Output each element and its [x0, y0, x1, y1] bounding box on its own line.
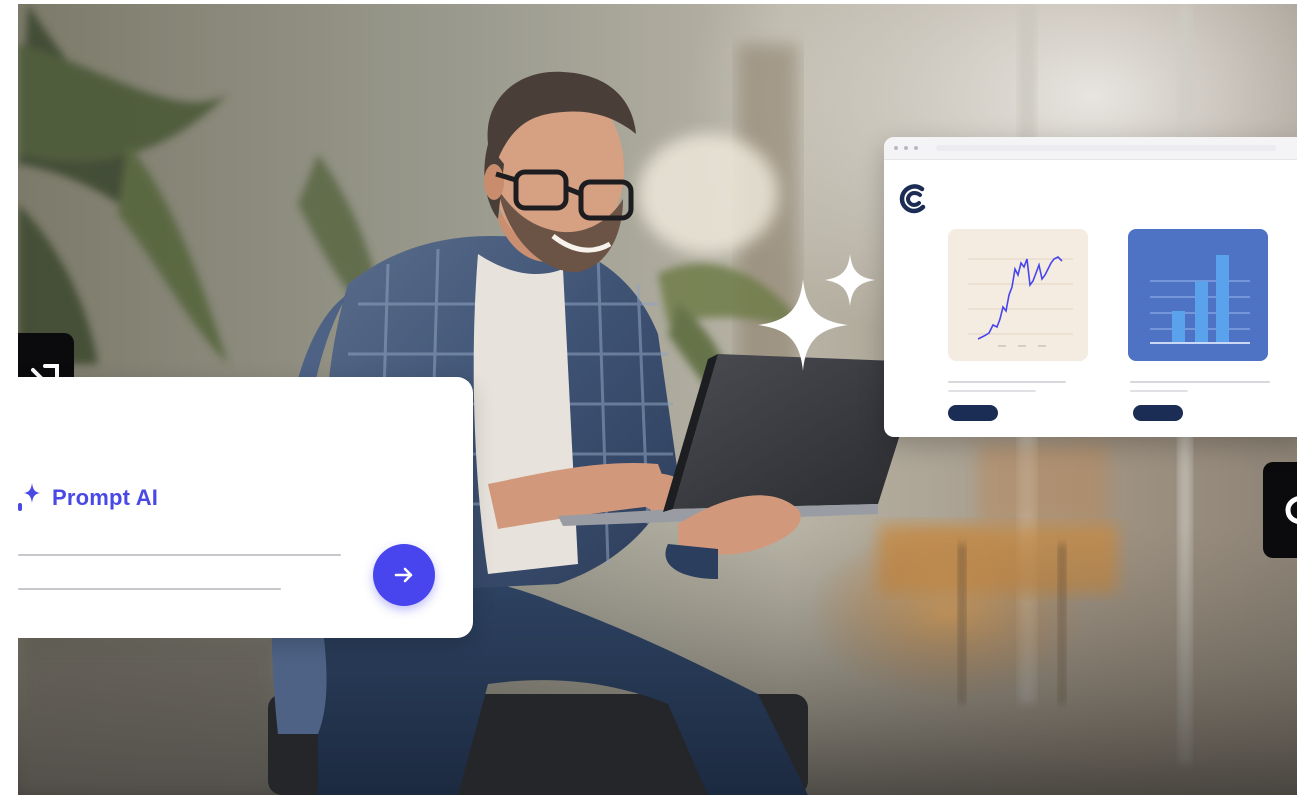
- c-logo-icon: [899, 184, 926, 214]
- bar-chart-icon: [1150, 255, 1250, 344]
- sparkle-icon-small: [825, 254, 875, 306]
- bar-chart-panel[interactable]: [1128, 229, 1268, 361]
- line-chart-icon: [968, 256, 1073, 347]
- brand-badge-right: [1263, 462, 1297, 558]
- dashboard-card: [884, 137, 1297, 437]
- send-button[interactable]: [373, 544, 435, 606]
- caption-line: [1130, 390, 1188, 392]
- window-dot: [904, 146, 908, 150]
- prompt-ai-title: Prompt AI: [52, 485, 159, 510]
- prompt-line-1[interactable]: [18, 554, 341, 556]
- caption-line: [948, 390, 1036, 392]
- line-chart-panel[interactable]: [948, 229, 1088, 361]
- c-logo-icon: [1285, 496, 1297, 524]
- url-bar[interactable]: [936, 145, 1276, 151]
- caption-line: [948, 381, 1066, 383]
- prompt-ai-card: Prompt AI: [18, 377, 473, 638]
- hero-banner: Prompt AI: [18, 4, 1297, 795]
- arrow-right-icon: [394, 567, 413, 583]
- prompt-title-row: Prompt AI: [18, 483, 158, 513]
- dashboard-pill-button[interactable]: [1133, 405, 1183, 421]
- sparkle-icon: [18, 483, 40, 511]
- window-dot: [914, 146, 918, 150]
- prompt-line-2[interactable]: [18, 588, 281, 590]
- caption-line: [1130, 381, 1270, 383]
- dashboard-pill-button[interactable]: [948, 405, 998, 421]
- browser-topbar: [884, 137, 1297, 160]
- window-dot: [894, 146, 898, 150]
